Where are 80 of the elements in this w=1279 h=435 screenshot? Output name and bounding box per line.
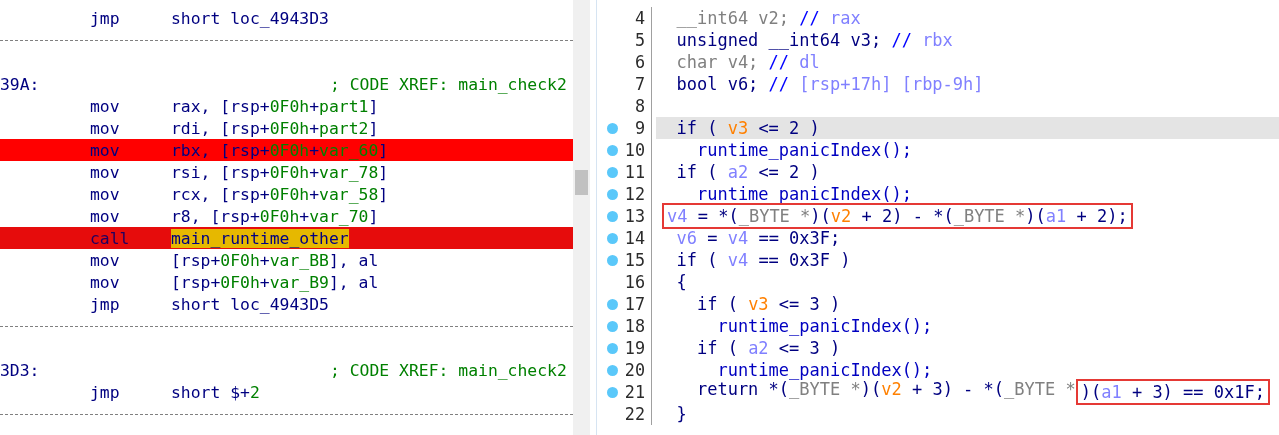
mnemonic: mov bbox=[90, 96, 121, 116]
breakpoint-dot-icon[interactable] bbox=[607, 386, 618, 398]
breakpoint-dot-icon[interactable] bbox=[607, 364, 618, 376]
operand[interactable]: [rsp+0F0h+var_BB], al bbox=[171, 250, 379, 270]
code-line: if ( a2 <= 2 ) bbox=[675, 162, 820, 182]
operand[interactable]: short loc_4943D5 bbox=[171, 294, 329, 314]
line-number: 16 bbox=[624, 272, 645, 292]
line-number: 6 bbox=[634, 52, 645, 72]
line-number: 18 bbox=[624, 316, 645, 336]
operand[interactable]: rcx, [rsp+0F0h+var_58] bbox=[171, 184, 389, 204]
breakpoint-dot-icon[interactable] bbox=[607, 166, 618, 178]
mnemonic: call bbox=[90, 228, 131, 248]
code-line: { bbox=[675, 272, 687, 292]
code-line: if ( a2 <= 3 ) bbox=[695, 338, 841, 358]
line-number: 17 bbox=[624, 294, 645, 314]
code-line: runtime_panicIndex(); bbox=[695, 184, 912, 204]
line-number: 8 bbox=[634, 96, 645, 116]
breakpoint-dot-icon[interactable] bbox=[607, 122, 618, 134]
breakpoint-dot-icon[interactable] bbox=[607, 188, 618, 200]
code-line: runtime_panicIndex(); bbox=[716, 316, 933, 336]
code-line: char v4; // dl bbox=[675, 52, 820, 72]
code-label[interactable]: 3D3: bbox=[0, 360, 330, 380]
line-number: 19 bbox=[624, 338, 645, 358]
line-number: 7 bbox=[634, 74, 645, 94]
breakpoint-dot-icon[interactable] bbox=[607, 320, 618, 332]
operand[interactable]: rbx, [rsp+0F0h+var_60] bbox=[171, 140, 389, 160]
xref-comment: ; CODE XREF: main_check2 bbox=[330, 360, 567, 380]
operand[interactable]: r8, [rsp+0F0h+var_70] bbox=[171, 206, 379, 226]
code-line: runtime_panicIndex(); bbox=[695, 140, 912, 160]
line-number: 20 bbox=[624, 360, 645, 380]
line-number: 5 bbox=[634, 30, 645, 50]
operand[interactable]: rsi, [rsp+0F0h+var_78] bbox=[171, 162, 389, 182]
mnemonic: mov bbox=[90, 272, 121, 292]
line-number: 15 bbox=[624, 250, 645, 270]
code-line: if ( v3 <= 2 ) bbox=[675, 118, 820, 138]
code-label[interactable]: 39A: bbox=[0, 74, 330, 94]
line-number: 12 bbox=[624, 184, 645, 204]
code-line: if ( v4 == 0x3F ) bbox=[675, 250, 851, 270]
code-line: runtime_panicIndex(); bbox=[716, 360, 933, 380]
mnemonic: jmp bbox=[90, 8, 121, 28]
operand[interactable]: main_runtime_other bbox=[171, 228, 349, 248]
breakpoint-dot-icon[interactable] bbox=[607, 144, 618, 156]
line-number: 14 bbox=[624, 228, 645, 248]
operand[interactable]: rdi, [rsp+0F0h+part2] bbox=[171, 118, 379, 138]
line-number: 10 bbox=[624, 140, 645, 160]
breakpoint-dot-icon[interactable] bbox=[607, 210, 618, 222]
code-line: if ( v3 <= 3 ) bbox=[695, 294, 841, 314]
scrollbar[interactable] bbox=[573, 0, 590, 435]
breakpoint-dot-icon[interactable] bbox=[607, 232, 618, 244]
code-line: bool v6; // [rsp+17h] [rbp-9h] bbox=[675, 74, 984, 94]
mnemonic: mov bbox=[90, 162, 121, 182]
line-number: 11 bbox=[624, 162, 645, 182]
mnemonic: mov bbox=[90, 250, 121, 270]
line-number: 22 bbox=[624, 404, 645, 424]
highlight-box: v4 = *(_BYTE *)(v2 + 2) - *(_BYTE *)(a1 + 2); bbox=[662, 203, 1133, 229]
breakpoint-dot-icon[interactable] bbox=[607, 342, 618, 354]
operand[interactable]: short $+2 bbox=[171, 382, 260, 402]
code-line: unsigned __int64 v3; // rbx bbox=[675, 30, 953, 50]
xref-comment: ; CODE XREF: main_check2 bbox=[330, 74, 567, 94]
line-number: 21 bbox=[624, 382, 645, 402]
breakpoint-dot-icon[interactable] bbox=[607, 254, 618, 266]
code-line: __int64 v2; // rax bbox=[675, 8, 861, 28]
mnemonic: mov bbox=[90, 184, 121, 204]
breakpoint-dot-icon[interactable] bbox=[607, 298, 618, 310]
scroll-thumb[interactable] bbox=[575, 170, 588, 195]
operand[interactable]: rax, [rsp+0F0h+part1] bbox=[171, 96, 379, 116]
operand[interactable]: short loc_4943D3 bbox=[171, 8, 329, 28]
code-line: } bbox=[675, 404, 687, 424]
line-number: 13 bbox=[624, 206, 645, 226]
code-text: return *(_BYTE *)(v2 + 3) - *(_BYTE * bbox=[695, 379, 1076, 401]
line-number: 9 bbox=[634, 118, 645, 138]
mnemonic: mov bbox=[90, 206, 121, 226]
mnemonic: mov bbox=[90, 140, 121, 160]
mnemonic: mov bbox=[90, 118, 121, 138]
mnemonic: jmp bbox=[90, 382, 121, 402]
line-number: 4 bbox=[634, 8, 645, 28]
highlight-box: )(a1 + 3) == 0x1F; bbox=[1075, 379, 1270, 405]
code-line: v6 = v4 == 0x3F; bbox=[675, 228, 841, 248]
mnemonic: jmp bbox=[90, 294, 121, 314]
operand[interactable]: [rsp+0F0h+var_B9], al bbox=[171, 272, 379, 292]
